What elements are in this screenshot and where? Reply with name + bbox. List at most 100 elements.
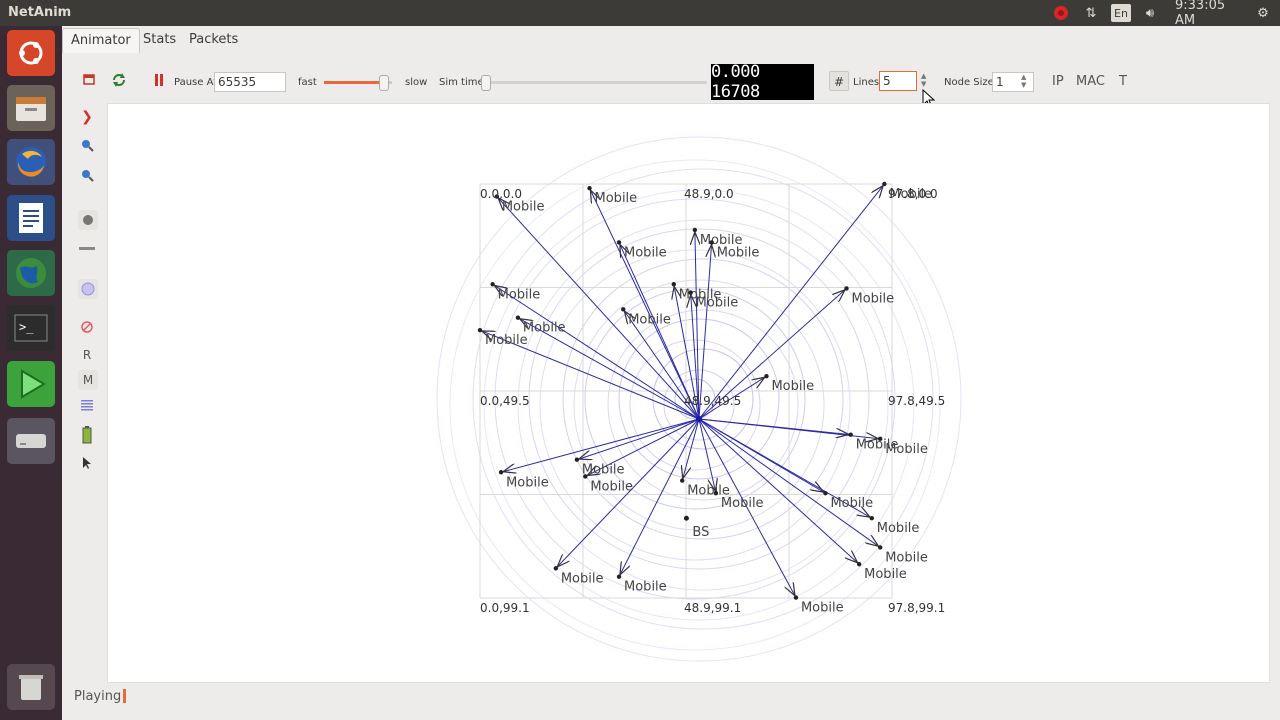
mobile-node[interactable] — [878, 545, 883, 550]
t-toggle[interactable]: T — [1119, 74, 1127, 89]
mobile-node-label: Mobile — [717, 245, 760, 260]
mobile-node[interactable] — [823, 490, 828, 496]
ubuntu-dash-icon[interactable] — [7, 30, 55, 76]
reset-layout-icon[interactable] — [82, 73, 98, 87]
mobile-node[interactable] — [878, 436, 883, 442]
m-button[interactable]: M — [78, 370, 98, 390]
mobile-node-label: Mobile — [498, 287, 541, 302]
grid-toggle-button[interactable]: # — [829, 71, 849, 91]
play-arrow-icon[interactable]: ❯ — [78, 108, 96, 126]
files-icon[interactable] — [7, 85, 55, 131]
mobile-node[interactable] — [583, 474, 588, 479]
animation-canvas[interactable]: Mobile Mobile Mobile Mobile Mobile Mobile Mobi… — [107, 103, 1270, 683]
mobile-node[interactable] — [621, 307, 626, 312]
mobile-node[interactable] — [587, 185, 592, 191]
tab-stats[interactable]: Stats — [135, 28, 184, 52]
mobile-node[interactable] — [869, 516, 874, 521]
mobile-node[interactable] — [515, 315, 521, 320]
trash-icon[interactable] — [7, 664, 55, 710]
mobile-node[interactable] — [553, 566, 559, 571]
pause-icon[interactable] — [152, 73, 166, 87]
settings-gear-icon[interactable]: ⚙ — [1254, 4, 1272, 22]
node-size-label: Node Size — [944, 77, 994, 88]
link-line — [590, 190, 700, 420]
mobile-node[interactable] — [574, 457, 580, 462]
node-size-spinbox[interactable] — [992, 72, 1034, 92]
mobile-node-label: Mobile — [877, 521, 920, 536]
mobile-node[interactable] — [713, 490, 719, 496]
mobile-node[interactable] — [498, 470, 504, 475]
speed-slider[interactable] — [324, 75, 392, 91]
keyboard-layout-indicator[interactable]: En — [1111, 4, 1131, 22]
firefox-icon[interactable] — [7, 139, 55, 185]
lines-spinbox[interactable] — [879, 71, 917, 91]
mobile-node[interactable] — [848, 432, 853, 437]
tab-animator[interactable]: Animator — [62, 28, 140, 53]
mobile-node-label: Mobile — [590, 479, 633, 494]
disk-icon[interactable] — [7, 418, 55, 464]
mobile-node[interactable] — [671, 282, 676, 287]
mobile-node-label: Mobile — [624, 580, 667, 595]
record-icon[interactable] — [1052, 4, 1070, 22]
mobile-node[interactable] — [616, 240, 622, 245]
pause-at-input[interactable] — [214, 72, 286, 92]
mobile-node[interactable] — [844, 286, 849, 291]
status-text: Playing — [74, 689, 122, 704]
grid-label-bottom-mid: 48.9,99.1 — [684, 601, 741, 615]
mobile-node-label: Mobile — [771, 379, 814, 394]
no-icon[interactable] — [78, 318, 96, 336]
tab-bar: Animator Stats Packets — [62, 26, 1280, 53]
mobile-node[interactable] — [692, 227, 698, 233]
zoom-out-icon[interactable] — [78, 166, 96, 184]
grid-label-top-right: 97.8,0.0 — [888, 187, 938, 201]
mobile-node-label: Mobile — [830, 496, 873, 511]
battery-icon[interactable] — [78, 426, 96, 444]
base-station-hub[interactable] — [696, 416, 702, 422]
mobile-node[interactable] — [793, 595, 799, 600]
mobile-node[interactable] — [490, 282, 495, 287]
lines-label: Lines — [853, 77, 880, 88]
sim-time-display: 0.000 16708 — [711, 62, 814, 102]
ip-toggle[interactable]: IP — [1052, 74, 1064, 89]
lines-spin-arrows-icon[interactable]: ▲ ▼ — [921, 72, 926, 88]
status-progress-marker — [123, 689, 126, 703]
mobile-node[interactable] — [688, 290, 693, 295]
browser-globe-icon[interactable] — [7, 250, 55, 296]
writer-icon[interactable] — [7, 195, 55, 241]
terminal-icon[interactable]: >_ — [7, 305, 55, 351]
mobile-node[interactable] — [680, 478, 685, 483]
mobile-node-label: Mobile — [595, 191, 638, 206]
grid-label-bottom-right: 97.8,99.1 — [888, 601, 945, 615]
base-station-node[interactable] — [683, 515, 689, 521]
list-lines-icon[interactable] — [78, 396, 96, 414]
mobile-node[interactable] — [856, 561, 862, 567]
clock[interactable]: 9:33:05 AM — [1175, 0, 1245, 28]
mobile-node[interactable] — [477, 328, 483, 333]
zoom-in-icon[interactable] — [78, 136, 96, 154]
r-button[interactable]: R — [78, 346, 96, 364]
volume-icon[interactable]: 🔊︎ — [1141, 4, 1159, 22]
mobile-node-label: Mobile — [582, 463, 625, 478]
sim-time-slider[interactable] — [481, 75, 707, 91]
mobile-node-label: Mobile — [523, 321, 566, 336]
mobile-node-label: Mobile — [721, 496, 764, 511]
node-size-spin-arrows-icon[interactable]: ▲ ▼ — [1021, 73, 1026, 89]
pause-at-label: Pause At — [174, 77, 218, 88]
grid-label-mid-mid: 48.9,49.5 — [684, 394, 741, 408]
mobile-node[interactable] — [882, 181, 887, 187]
label-icon[interactable] — [78, 240, 96, 258]
mobile-node[interactable] — [616, 574, 622, 579]
pointer-icon[interactable] — [78, 454, 96, 472]
circle-icon[interactable] — [78, 279, 98, 299]
network-icon[interactable]: ⇅ — [1082, 4, 1100, 22]
sim-time-slider-handle[interactable] — [481, 75, 491, 91]
tab-packets[interactable]: Packets — [181, 28, 246, 52]
mobile-node[interactable] — [764, 373, 769, 379]
mac-toggle[interactable]: MAC — [1076, 74, 1105, 89]
netanim-play-icon[interactable] — [7, 361, 55, 407]
mobile-node[interactable] — [709, 240, 714, 245]
reload-icon[interactable] — [111, 72, 127, 88]
grid-label-bottom-left: 0.0,99.1 — [480, 601, 530, 615]
node-icon[interactable] — [78, 210, 98, 230]
speed-slider-handle[interactable] — [378, 75, 389, 91]
